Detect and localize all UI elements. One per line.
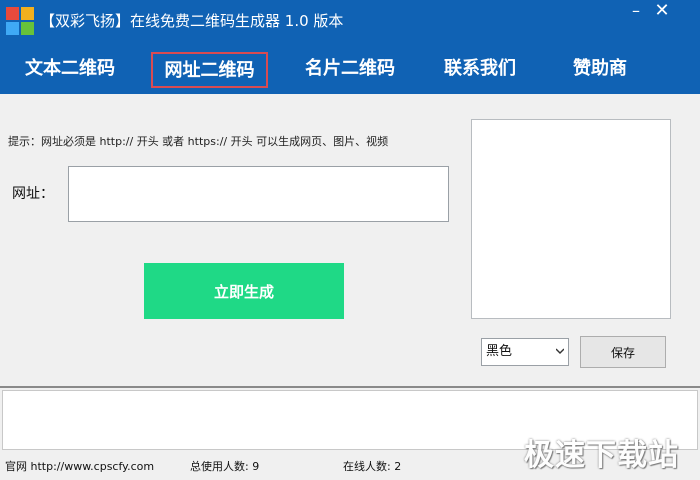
window-title: 【双彩飞扬】在线免费二维码生成器 1.0 版本 xyxy=(40,12,344,30)
logo-square-1 xyxy=(6,7,19,20)
status-total-users: 总使用人数: 9 xyxy=(190,460,260,473)
hint-text: 提示：网址必须是 http:// 开头 或者 https:// 开头 可以生成网… xyxy=(8,135,389,148)
tab-contact-us[interactable]: 联系我们 xyxy=(432,52,528,88)
divider xyxy=(0,386,700,388)
title-bar: 【双彩飞扬】在线免费二维码生成器 1.0 版本 – ✕ xyxy=(0,0,700,42)
qr-preview-area xyxy=(471,119,671,319)
save-button[interactable]: 保存 xyxy=(580,336,666,368)
chevron-down-icon xyxy=(556,348,564,354)
tab-url-qrcode[interactable]: 网址二维码 xyxy=(151,52,268,88)
logo-square-3 xyxy=(6,22,19,35)
url-label: 网址： xyxy=(12,186,54,202)
minimize-button[interactable]: – xyxy=(622,0,650,26)
tab-card-qrcode[interactable]: 名片二维码 xyxy=(294,52,406,88)
tab-sponsor[interactable]: 赞助商 xyxy=(562,52,638,88)
status-online-users: 在线人数: 2 xyxy=(343,460,402,473)
status-site: 官网 http://www.cpscfy.com xyxy=(5,460,155,473)
color-select-value: 黑色 xyxy=(486,344,513,359)
tab-bar: 文本二维码 网址二维码 名片二维码 联系我们 赞助商 xyxy=(0,42,700,94)
logo-square-4 xyxy=(21,22,34,35)
color-select[interactable]: 黑色 xyxy=(481,338,569,366)
generate-button[interactable]: 立即生成 xyxy=(144,263,344,319)
watermark: 极速下载站 xyxy=(524,438,679,473)
url-input[interactable] xyxy=(68,166,449,222)
tab-text-qrcode[interactable]: 文本二维码 xyxy=(14,52,126,88)
close-button[interactable]: ✕ xyxy=(648,0,676,26)
logo-square-2 xyxy=(21,7,34,20)
app-logo-icon xyxy=(6,7,34,35)
